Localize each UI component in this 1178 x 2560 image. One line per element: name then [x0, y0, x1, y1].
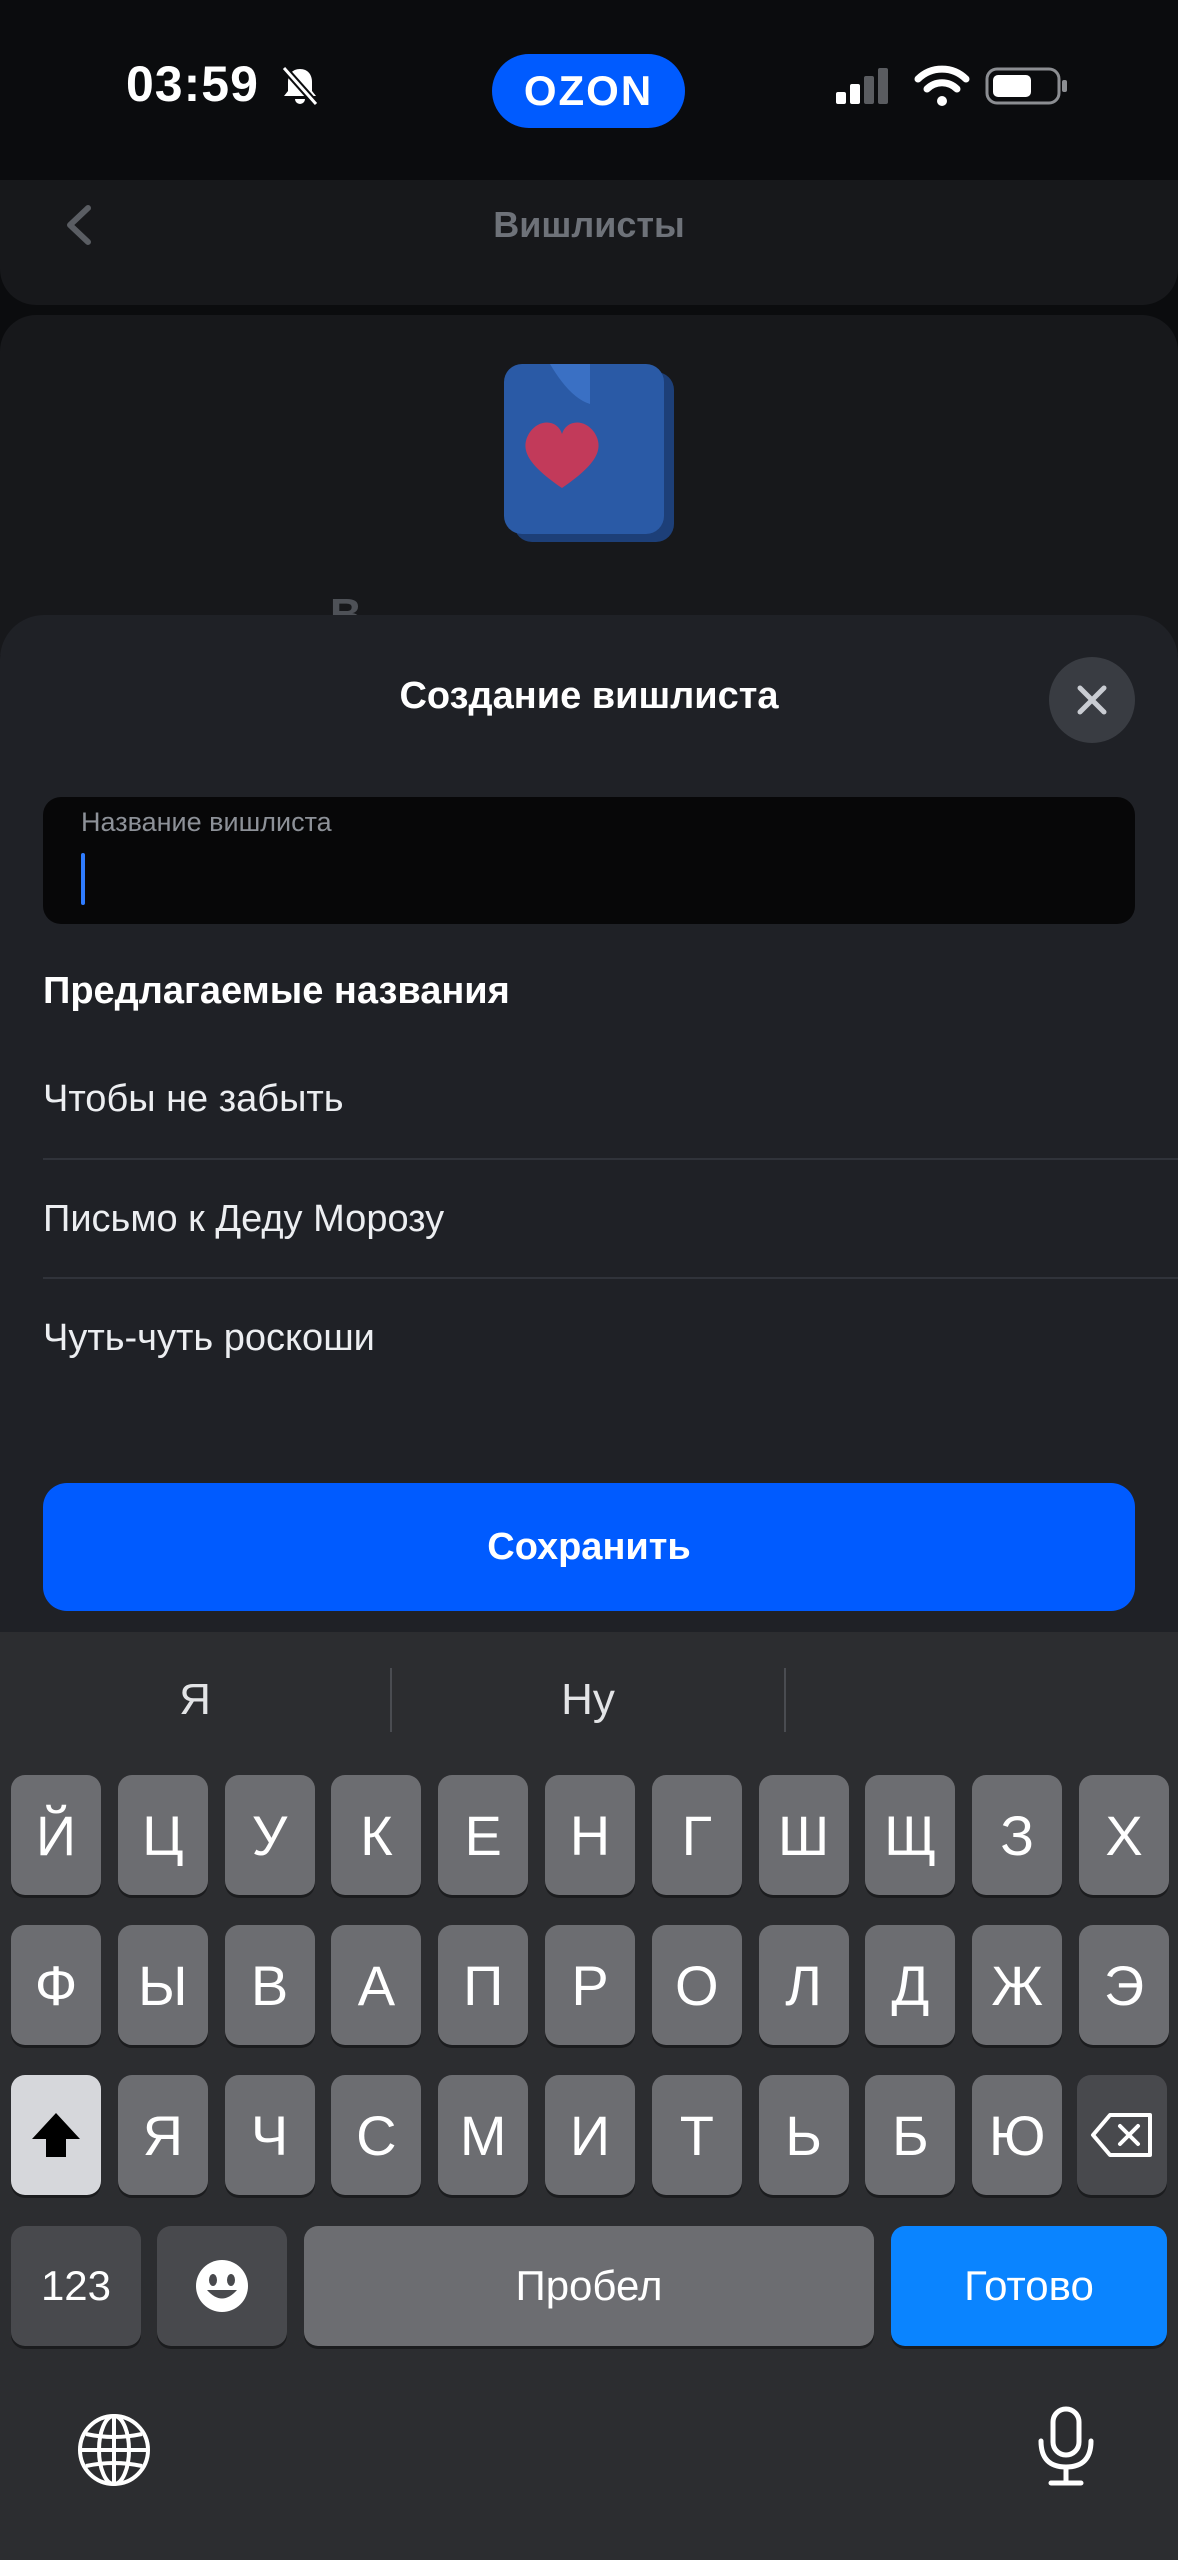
suggestion-item[interactable]: Чуть-чуть роскоши — [43, 1279, 1178, 1397]
key-row2-10[interactable]: Э — [1079, 1925, 1169, 2045]
key-row2-4[interactable]: П — [438, 1925, 529, 2045]
prediction-item[interactable]: Ну — [392, 1660, 784, 1740]
status-time: 03:59 — [126, 56, 259, 112]
key-row1-5[interactable]: Н — [545, 1775, 635, 1895]
space-key[interactable]: Пробел — [304, 2226, 874, 2346]
close-icon — [1077, 685, 1107, 715]
microphone-icon[interactable] — [1035, 2405, 1097, 2489]
shift-key[interactable] — [11, 2075, 101, 2195]
text-caret — [81, 853, 85, 905]
key-row2-3[interactable]: А — [331, 1925, 422, 2045]
key-row2-7[interactable]: Л — [758, 1925, 849, 2045]
wishlist-name-field[interactable]: Название вишлиста — [43, 797, 1135, 924]
background-page-title: Вишлисты — [493, 204, 685, 245]
suggested-names-heading: Предлагаемые названия — [43, 970, 510, 1012]
key-row3-3[interactable]: М — [438, 2075, 529, 2195]
save-button[interactable]: Сохранить — [43, 1483, 1135, 1611]
prediction-item[interactable]: Я — [0, 1660, 390, 1740]
key-row2-5[interactable]: Р — [545, 1925, 635, 2045]
key-row3-8[interactable]: Ю — [972, 2075, 1063, 2195]
prediction-item[interactable] — [786, 1660, 1178, 1740]
key-row2-8[interactable]: Д — [865, 1925, 956, 2045]
key-row1-10[interactable]: Х — [1079, 1775, 1169, 1895]
status-bar: 03:59 OZON — [0, 0, 1178, 170]
key-row3-4[interactable]: И — [545, 2075, 635, 2195]
numbers-key[interactable]: 123 — [11, 2226, 141, 2346]
wifi-icon — [914, 65, 970, 106]
key-row1-9[interactable]: З — [972, 1775, 1063, 1895]
key-row3-6[interactable]: Ь — [758, 2075, 849, 2195]
key-row1-6[interactable]: Г — [651, 1775, 742, 1895]
suggestion-item[interactable]: Чтобы не забыть — [43, 1040, 1178, 1158]
key-row2-1[interactable]: Ы — [117, 1925, 208, 2045]
key-row1-1[interactable]: Ц — [117, 1775, 208, 1895]
key-row3-2[interactable]: С — [331, 2075, 422, 2195]
key-row1-3[interactable]: К — [331, 1775, 422, 1895]
key-row3-5[interactable]: Т — [651, 2075, 742, 2195]
done-key[interactable]: Готово — [891, 2226, 1167, 2346]
key-row1-8[interactable]: Щ — [865, 1775, 956, 1895]
emoji-key[interactable] — [157, 2226, 287, 2346]
wishlist-heart-icon — [504, 364, 674, 542]
key-row2-9[interactable]: Ж — [972, 1925, 1063, 2045]
key-row1-4[interactable]: Е — [438, 1775, 529, 1895]
close-button[interactable] — [1049, 657, 1135, 743]
wishlist-name-label: Название вишлиста — [81, 807, 332, 837]
shift-icon — [32, 2113, 80, 2157]
key-row2-0[interactable]: Ф — [11, 1925, 101, 2045]
bell-slash-icon — [281, 65, 319, 107]
key-row3-7[interactable]: Б — [865, 2075, 956, 2195]
key-row2-6[interactable]: О — [651, 1925, 742, 2045]
key-row1-2[interactable]: У — [224, 1775, 315, 1895]
wishlist-name-input[interactable] — [79, 847, 1079, 909]
key-row1-7[interactable]: Ш — [758, 1775, 849, 1895]
battery-icon — [985, 67, 1067, 105]
backspace-icon — [1091, 2113, 1152, 2157]
cellular-signal-icon — [836, 68, 888, 104]
suggestion-item[interactable]: Письмо к Деду Морозу — [43, 1160, 1178, 1278]
globe-icon[interactable] — [76, 2412, 152, 2488]
key-row2-2[interactable]: В — [224, 1925, 315, 2045]
key-row1-0[interactable]: Й — [11, 1775, 101, 1895]
emoji-icon — [196, 2260, 248, 2312]
ozon-logo: OZON — [492, 54, 685, 128]
sheet-title: Создание вишлиста — [399, 675, 779, 717]
backspace-key[interactable] — [1077, 2075, 1167, 2195]
key-row3-1[interactable]: Ч — [224, 2075, 315, 2195]
key-row3-0[interactable]: Я — [117, 2075, 208, 2195]
